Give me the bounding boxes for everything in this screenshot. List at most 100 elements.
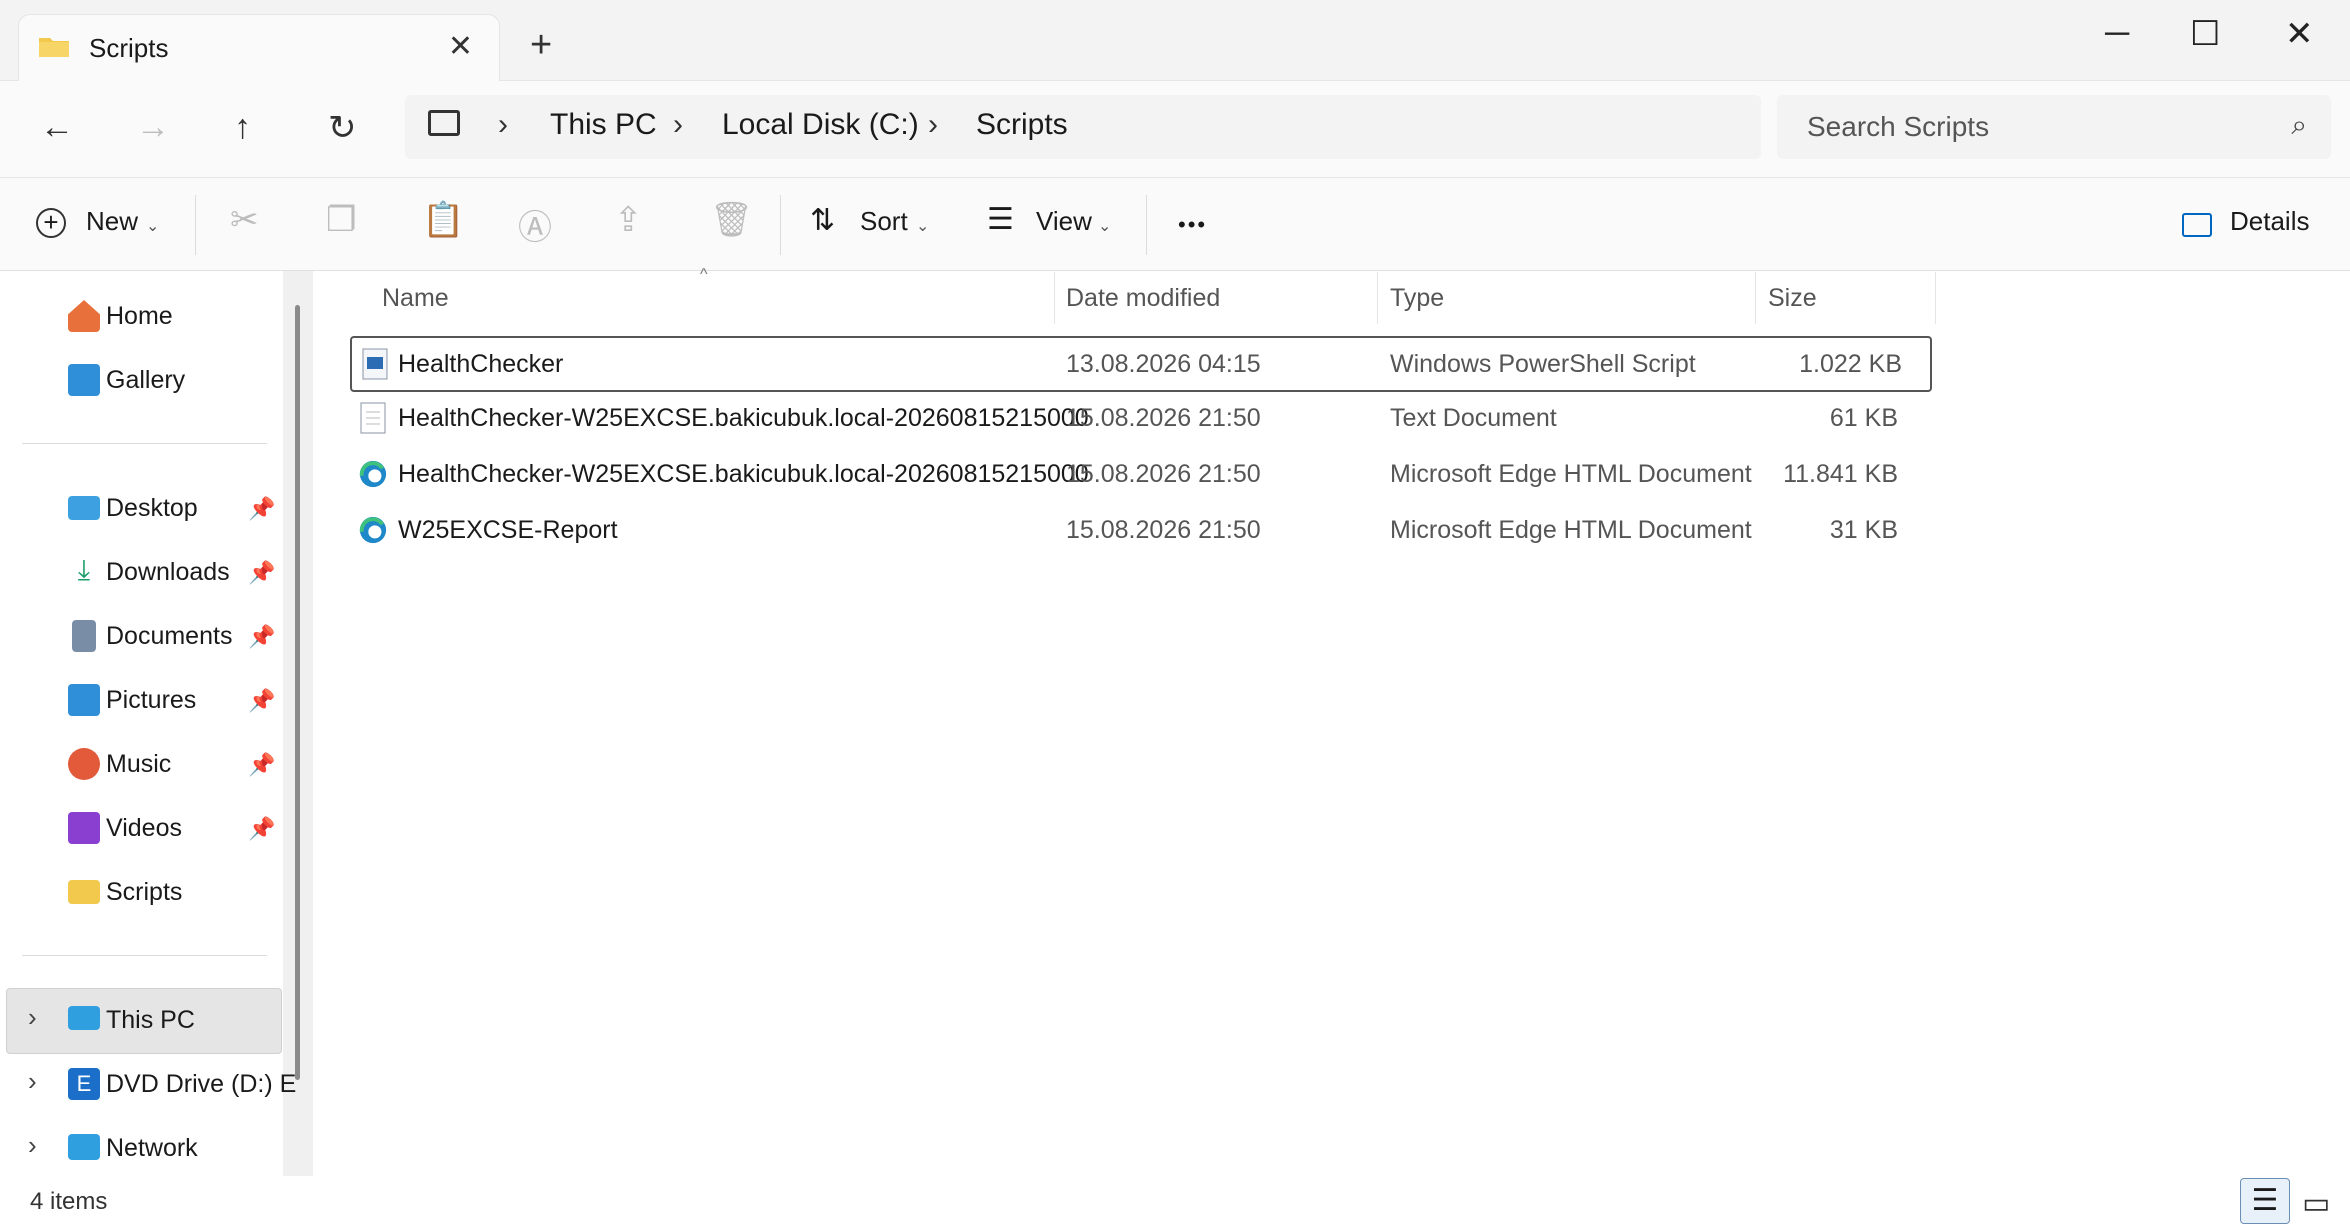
column-divider[interactable] <box>1054 272 1055 324</box>
file-row[interactable]: HealthChecker 13.08.2026 04:15 Windows P… <box>350 336 1932 392</box>
view-button[interactable]: View <box>1036 206 1092 237</box>
file-name: W25EXCSE-Report <box>398 516 618 544</box>
up-arrow-icon[interactable]: ↑ <box>234 108 251 147</box>
chevron-down-icon[interactable]: ⌄ <box>1098 216 1111 236</box>
file-date: 15.08.2026 21:50 <box>1066 404 1261 432</box>
view-icon[interactable]: ☰ <box>987 202 1014 237</box>
column-divider[interactable] <box>1755 272 1756 324</box>
network-icon <box>68 1134 100 1160</box>
sidebar-item-label: Downloads <box>106 558 230 586</box>
maximize-button[interactable]: ☐ <box>2190 14 2220 54</box>
chevron-down-icon[interactable]: ⌄ <box>916 216 929 236</box>
more-options-button[interactable]: ••• <box>1178 212 1207 238</box>
item-count: 4 items <box>30 1188 108 1215</box>
column-divider[interactable] <box>1377 272 1378 324</box>
powershell-script-icon <box>362 348 388 380</box>
pin-icon[interactable]: 📌 <box>248 688 275 714</box>
music-icon <box>68 748 100 780</box>
sidebar-scrollbar[interactable] <box>295 305 300 1080</box>
file-size: 1.022 KB <box>1799 350 1902 378</box>
details-pane-icon[interactable] <box>2182 213 2212 237</box>
details-view-icon[interactable]: ☰ <box>2240 1178 2290 1224</box>
new-button[interactable]: New <box>86 206 138 237</box>
details-button[interactable]: Details <box>2230 206 2309 237</box>
close-window-button[interactable]: ✕ <box>2285 14 2314 54</box>
sidebar-item-label: Pictures <box>106 686 197 714</box>
sidebar-item-label: Network <box>106 1134 198 1162</box>
edge-icon <box>359 460 387 488</box>
pictures-icon <box>68 684 100 716</box>
file-size: 61 KB <box>1829 404 1898 432</box>
file-name: HealthChecker <box>398 350 564 378</box>
chevron-right-icon[interactable]: › <box>28 1066 37 1097</box>
search-icon[interactable]: ⌕ <box>2291 109 2307 142</box>
document-icon <box>72 620 96 652</box>
divider <box>22 955 267 956</box>
pin-icon[interactable]: 📌 <box>248 816 275 842</box>
chevron-right-icon[interactable]: › <box>28 1130 37 1161</box>
sidebar-item-label: Gallery <box>106 366 186 394</box>
status-bar <box>0 1176 2350 1228</box>
videos-icon <box>68 812 100 844</box>
delete-icon[interactable]: 🗑 <box>710 200 753 240</box>
file-type: Microsoft Edge HTML Document <box>1390 460 1752 488</box>
new-tab-button[interactable]: + <box>530 24 552 67</box>
file-date: 15.08.2026 21:50 <box>1066 460 1261 488</box>
pin-icon[interactable]: 📌 <box>248 624 275 650</box>
file-name: HealthChecker-W25EXCSE.bakicubuk.local-2… <box>398 404 1089 432</box>
close-icon[interactable]: ✕ <box>448 29 473 64</box>
download-icon: ⤓ <box>77 554 91 585</box>
file-date: 15.08.2026 21:50 <box>1066 516 1261 544</box>
cut-icon[interactable]: ✂ <box>230 200 259 240</box>
minimize-button[interactable]: ─ <box>2105 14 2129 53</box>
breadcrumb-scripts[interactable]: Scripts <box>976 108 1068 142</box>
tiles-view-icon[interactable]: ▭ <box>2302 1186 2330 1221</box>
sort-button[interactable]: Sort <box>860 206 908 237</box>
column-header-size[interactable]: Size <box>1768 284 1817 313</box>
pin-icon[interactable]: 📌 <box>248 752 275 778</box>
chevron-right-icon[interactable]: › <box>928 108 938 142</box>
search-input[interactable]: Search Scripts <box>1807 111 1989 143</box>
tab-scripts[interactable]: Scripts ✕ <box>18 14 500 81</box>
divider <box>195 195 196 255</box>
copy-icon[interactable]: ❐ <box>326 200 356 240</box>
column-header-date-modified[interactable]: Date modified <box>1066 284 1220 313</box>
edge-icon <box>359 516 387 544</box>
column-header-name[interactable]: Name <box>382 284 449 313</box>
chevron-right-icon[interactable]: › <box>28 1002 37 1033</box>
chevron-right-icon[interactable]: › <box>498 108 508 142</box>
file-name: HealthChecker-W25EXCSE.bakicubuk.local-2… <box>398 460 1089 488</box>
paste-icon[interactable]: 📋 <box>422 200 464 240</box>
file-size: 11.841 KB <box>1783 460 1898 488</box>
share-icon[interactable]: ⇪ <box>614 200 643 240</box>
sidebar-item-label: Scripts <box>106 878 183 906</box>
back-arrow-icon[interactable]: ← <box>40 108 74 147</box>
file-row[interactable]: W25EXCSE-Report 15.08.2026 21:50 Microso… <box>350 504 1928 556</box>
chevron-right-icon[interactable]: › <box>673 108 683 142</box>
exchange-drive-icon: E <box>68 1068 100 1100</box>
search-box[interactable]: Search Scripts ⌕ <box>1777 95 2331 159</box>
gallery-icon <box>68 364 100 396</box>
rename-icon[interactable]: Ⓐ <box>518 200 552 249</box>
pin-icon[interactable]: 📌 <box>248 560 275 586</box>
monitor-icon <box>428 110 460 136</box>
computer-icon <box>68 1006 100 1030</box>
file-row[interactable]: HealthChecker-W25EXCSE.bakicubuk.local-2… <box>350 392 1928 444</box>
folder-icon <box>68 880 100 904</box>
pin-icon[interactable]: 📌 <box>248 496 275 522</box>
plus-circle-icon[interactable]: + <box>36 208 66 238</box>
breadcrumb-local-disk[interactable]: Local Disk (C:) <box>722 108 919 142</box>
sort-icon[interactable]: ⇅ <box>810 203 835 238</box>
divider <box>780 195 781 255</box>
file-row[interactable]: HealthChecker-W25EXCSE.bakicubuk.local-2… <box>350 448 1928 500</box>
column-header-type[interactable]: Type <box>1390 284 1444 313</box>
chevron-down-icon[interactable]: ⌄ <box>146 216 159 236</box>
sidebar-item-label: Videos <box>106 814 182 842</box>
forward-arrow-icon[interactable]: → <box>136 108 170 147</box>
text-document-icon <box>360 402 386 434</box>
breadcrumb-this-pc[interactable]: This PC <box>550 108 657 142</box>
column-divider[interactable] <box>1935 272 1936 324</box>
sidebar-item-label: Music <box>106 750 172 778</box>
refresh-icon[interactable]: ↻ <box>328 108 357 148</box>
sort-ascending-icon: ^ <box>700 266 708 283</box>
